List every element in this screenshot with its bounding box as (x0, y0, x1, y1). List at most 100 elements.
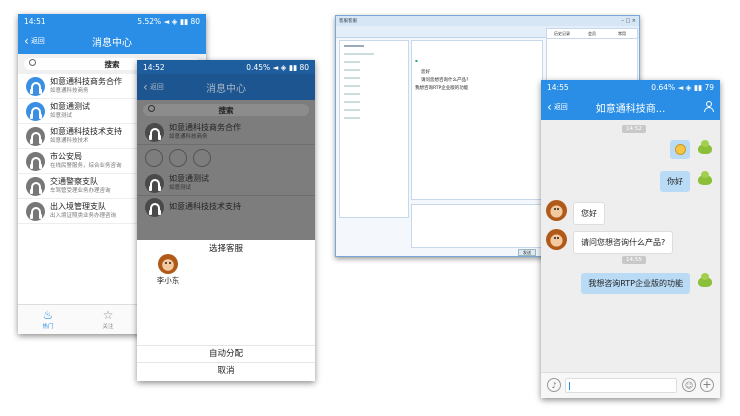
chat-msg-1: 您好 (421, 70, 430, 75)
list-item: 如意通科技商务合作 如意通科技商务 (137, 120, 315, 145)
phone-icon (145, 149, 163, 167)
left-panel (339, 40, 409, 218)
item-name: 出入境管理支队 (50, 202, 106, 211)
status-right: 5.52% ◄ ◈ ▮▮ 80 (137, 16, 200, 26)
emoji-icon[interactable]: ☺ (682, 378, 696, 392)
status-right: 0.45% ◄ ◈ ▮▮ 80 (246, 62, 309, 72)
left-panel-lines (340, 41, 408, 123)
item-sub: 车驾管受理业务办理咨询 (50, 188, 111, 194)
agent-sheet: 选择客服 李小东 自动分配 取消 (137, 240, 315, 381)
back-label: 返回 (553, 103, 568, 111)
sheet-title: 选择客服 (208, 244, 243, 254)
agent-avatar (546, 200, 567, 221)
agent-name: 李小东 (156, 276, 180, 285)
search-icon (148, 105, 155, 112)
emoji-bubble (670, 140, 690, 159)
search-placeholder: 搜索 (218, 105, 234, 115)
window-titlebar: 客服客服 – □ × (336, 16, 639, 26)
send-button[interactable]: 发送 (518, 249, 536, 256)
my-avatar (695, 140, 715, 158)
my-avatar (695, 171, 715, 189)
phone-chat: 14:55 0.64% ◄ ◈ ▮▮ 79 ‹ 返回 如意通科技商... 14:… (541, 80, 720, 398)
chevron-left-icon: ‹ (24, 34, 29, 48)
agent-message-1: 您好 (573, 202, 605, 225)
back-label: 返回 (149, 83, 164, 91)
tab-common[interactable]: 常用 (607, 29, 637, 38)
back-button[interactable]: ‹ 返回 (143, 74, 164, 100)
my-avatar (695, 273, 715, 291)
item-name: 如意通测试 (50, 102, 90, 111)
item-name: 市公安局 (50, 152, 82, 161)
chat-icon (169, 149, 187, 167)
window-title: 客服客服 (339, 19, 357, 24)
input-bar: ♪ ☺ + (541, 372, 720, 398)
headset-icon (26, 201, 45, 221)
agent-option[interactable]: 李小东 (151, 254, 185, 286)
headset-icon (26, 76, 45, 96)
text-cursor (569, 382, 570, 390)
item-sub: 如意通科技商务 (169, 134, 208, 140)
item-name: 如意通科技商务合作 (50, 77, 122, 86)
microphone-icon[interactable]: ♪ (547, 378, 561, 392)
tab-hot[interactable]: ♨ 热门 (18, 305, 78, 334)
item-name: 如意通科技技术支持 (50, 127, 122, 136)
share-icon (193, 149, 211, 167)
headset-icon (145, 197, 164, 217)
status-right: 0.64% ◄ ◈ ▮▮ 79 (651, 82, 714, 92)
item-name: 交通警察支队 (50, 177, 98, 186)
tab-member[interactable]: 会员 (577, 29, 607, 38)
window-controls[interactable]: – □ × (621, 18, 636, 24)
input-area[interactable] (411, 204, 543, 248)
chat-msg-2: 请问您想咨询什么产品? (421, 78, 469, 83)
chevron-left-icon: ‹ (143, 80, 148, 94)
item-sub: 如意通科技技术 (50, 138, 89, 144)
title-bar: ‹ 返回 如意通科技商... (541, 94, 720, 120)
status-time: 14:52 (143, 62, 165, 72)
flame-icon: ♨ (42, 308, 54, 322)
search-placeholder: 搜索 (104, 59, 120, 69)
back-button[interactable]: ‹ 返回 (547, 94, 568, 120)
item-name: 如意通测试 (169, 174, 209, 183)
status-time: 14:55 (547, 82, 569, 92)
back-label: 返回 (30, 37, 45, 45)
headset-icon (145, 122, 164, 142)
item-name: 如意通科技商务合作 (169, 123, 241, 132)
my-message-1: 你好 (660, 171, 690, 192)
plus-icon[interactable]: + (700, 378, 714, 392)
back-button[interactable]: ‹ 返回 (24, 28, 45, 54)
person-icon[interactable] (704, 101, 714, 112)
page-title: 消息中心 (92, 37, 132, 49)
page-title: 消息中心 (206, 83, 246, 95)
item-sub: 出入境证照类业务办理咨询 (50, 213, 117, 219)
smiley-icon (674, 144, 686, 155)
agent-avatar (546, 229, 567, 250)
timestamp: 14:52 (622, 125, 646, 133)
chat-msg: ▪ (415, 58, 418, 63)
tab-follow[interactable]: ☆ 关注 (78, 305, 138, 334)
phone-select-agent: 14:52 0.45% ◄ ◈ ▮▮ 80 ‹ 返回 消息中心 搜索 如意通科技… (137, 60, 315, 381)
search-input: 搜索 (143, 104, 309, 116)
dimmed-content: 搜索 如意通科技商务合作 如意通科技商务 如意通测试 如意测试 如意通科技技术支持 (137, 100, 315, 240)
search-icon (29, 59, 36, 66)
star-icon: ☆ (102, 308, 114, 322)
title-bar: ‹ 返回 消息中心 (18, 28, 206, 54)
my-message-2: 我想咨询RTP企业版的功能 (581, 273, 690, 294)
search-area: 搜索 (137, 100, 315, 120)
headset-icon (145, 173, 164, 193)
timestamp: 14:55 (622, 256, 646, 264)
status-bar: 14:51 5.52% ◄ ◈ ▮▮ 80 (18, 14, 206, 28)
tab-history[interactable]: 历史记录 (547, 29, 577, 38)
chat-msg-3: 我想咨询RTP企业版的功能 (415, 86, 469, 91)
status-bar: 14:55 0.64% ◄ ◈ ▮▮ 79 (541, 80, 720, 94)
cancel-button[interactable]: 取消 (137, 362, 315, 379)
agent-avatar (158, 254, 178, 274)
status-time: 14:51 (24, 16, 46, 26)
headset-icon (26, 151, 45, 171)
item-sub: 如意通科技商务 (50, 88, 89, 94)
headset-icon (26, 126, 45, 146)
auto-assign-button[interactable]: 自动分配 (137, 345, 315, 362)
item-sub: 如意测试 (169, 185, 192, 191)
chevron-left-icon: ‹ (547, 100, 552, 114)
chat-title: 如意通科技商... (595, 103, 666, 115)
message-input[interactable] (565, 378, 677, 393)
